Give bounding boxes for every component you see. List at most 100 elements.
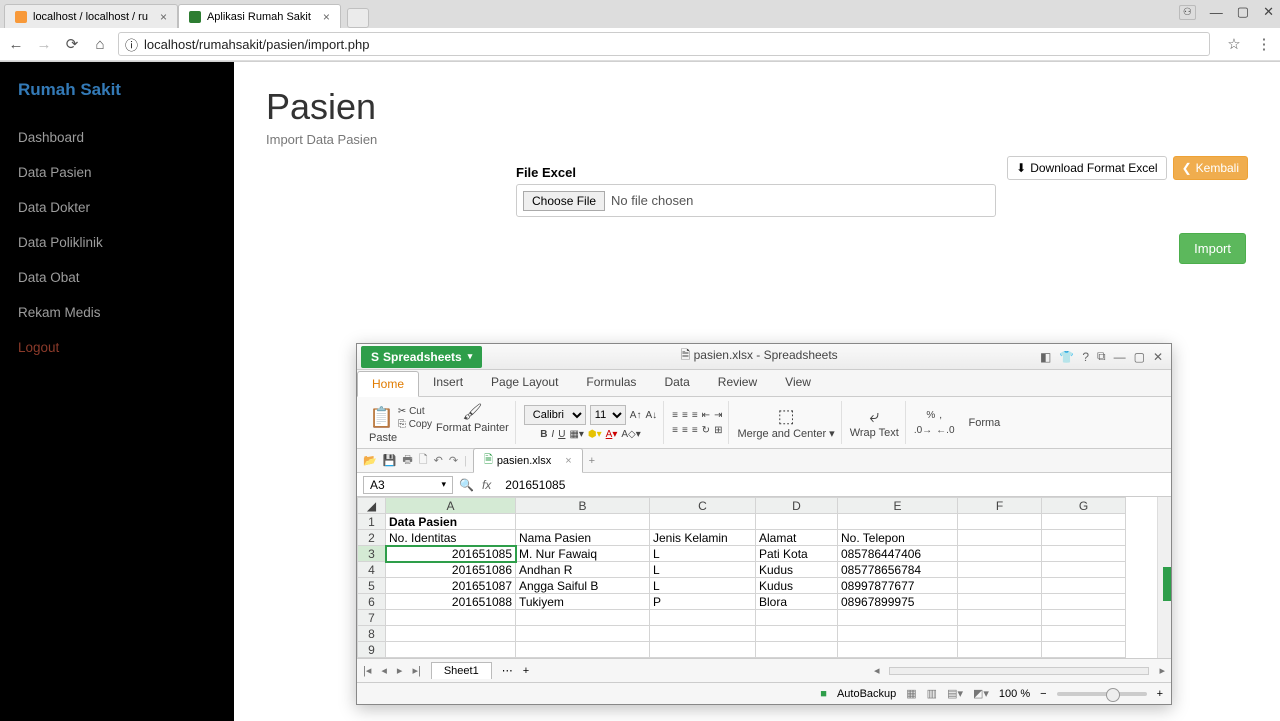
cell[interactable] <box>958 514 1042 530</box>
view-break-icon[interactable]: ▤▾ <box>947 687 963 700</box>
sidebar-item-dokter[interactable]: Data Dokter <box>0 190 234 225</box>
border-button[interactable]: ▦▾ <box>569 429 583 440</box>
cell[interactable]: Kudus <box>756 562 838 578</box>
comma-icon[interactable]: , <box>939 410 942 421</box>
cell[interactable] <box>958 626 1042 642</box>
cell[interactable]: Kudus <box>756 578 838 594</box>
row-header[interactable]: 10 <box>358 658 386 659</box>
info-icon[interactable]: ⓘ <box>125 35 138 54</box>
col-header-a[interactable]: A <box>386 498 516 514</box>
choose-file-button[interactable]: Choose File <box>523 191 605 211</box>
col-header-e[interactable]: E <box>838 498 958 514</box>
cell[interactable]: Alamat <box>756 530 838 546</box>
sheet-menu-icon[interactable]: ⋯ <box>502 664 513 677</box>
close-icon[interactable]: × <box>160 10 167 24</box>
view-custom-icon[interactable]: ◩▾ <box>973 687 989 700</box>
hscroll[interactable] <box>889 667 1149 675</box>
cell[interactable] <box>838 610 958 626</box>
row-header[interactable]: 2 <box>358 530 386 546</box>
cell[interactable]: L <box>650 562 756 578</box>
format-painter-button[interactable]: 🖌 Format Painter <box>436 402 509 434</box>
wrap-button[interactable]: ⤶ Wrap Text <box>850 406 899 439</box>
cell[interactable] <box>838 658 958 659</box>
copy-button[interactable]: ⎘ Copy <box>398 419 432 430</box>
col-header-g[interactable]: G <box>1042 498 1126 514</box>
tshirt-icon[interactable]: 👕 <box>1059 350 1074 364</box>
cell[interactable] <box>650 514 756 530</box>
first-sheet-icon[interactable]: |◂ <box>363 664 371 677</box>
cell[interactable] <box>1042 530 1126 546</box>
cell[interactable]: 085786447406 <box>838 546 958 562</box>
orientation-icon[interactable]: ↻ <box>702 425 710 436</box>
cell[interactable] <box>1042 546 1126 562</box>
new-tab-button[interactable] <box>347 8 369 28</box>
cell[interactable] <box>756 626 838 642</box>
cell[interactable] <box>756 514 838 530</box>
close-doc-icon[interactable]: × <box>565 455 571 467</box>
minimize-icon[interactable]: — <box>1114 350 1126 364</box>
cell[interactable]: 201651086 <box>386 562 516 578</box>
prev-sheet-icon[interactable]: ◂ <box>381 664 387 677</box>
maximize-icon[interactable]: ▢ <box>1237 4 1249 20</box>
cell[interactable]: No. Identitas <box>386 530 516 546</box>
menu-home[interactable]: Home <box>357 371 419 397</box>
cell[interactable] <box>756 610 838 626</box>
sheet-tab[interactable]: Sheet1 <box>431 662 492 679</box>
cell[interactable] <box>1042 562 1126 578</box>
last-sheet-icon[interactable]: ▸| <box>412 664 420 677</box>
cell[interactable] <box>838 626 958 642</box>
user-icon[interactable]: ⚇ <box>1179 5 1196 20</box>
ss-grid[interactable]: ◢ A B C D E F G 1Data Pasien2No. Identit… <box>357 497 1171 658</box>
col-header-d[interactable]: D <box>756 498 838 514</box>
row-header[interactable]: 1 <box>358 514 386 530</box>
row-header[interactable]: 4 <box>358 562 386 578</box>
scroll-left-icon[interactable]: ◂ <box>874 664 880 677</box>
star-icon[interactable]: ☆ <box>1224 35 1244 53</box>
cell[interactable] <box>1042 626 1126 642</box>
align-bottom-icon[interactable]: ≡ <box>692 410 698 421</box>
cell[interactable]: Angga Saiful B <box>516 578 650 594</box>
clear-format-button[interactable]: A◇▾ <box>621 429 640 440</box>
cell[interactable] <box>958 594 1042 610</box>
autobackup-label[interactable]: AutoBackup <box>837 688 896 700</box>
cell[interactable] <box>650 626 756 642</box>
indent-dec-icon[interactable]: ⇤ <box>702 410 710 421</box>
skin-icon[interactable]: ◧ <box>1040 350 1051 364</box>
align-top-icon[interactable]: ≡ <box>672 410 678 421</box>
increase-font-icon[interactable]: A↑ <box>630 410 642 421</box>
italic-button[interactable]: I <box>551 429 554 440</box>
cell-reference[interactable]: A3▾ <box>363 476 453 494</box>
cell[interactable]: No. Telepon <box>838 530 958 546</box>
cell[interactable]: 08967899975 <box>838 594 958 610</box>
sidebar-item-logout[interactable]: Logout <box>0 330 234 365</box>
sidebar-item-poliklinik[interactable]: Data Poliklinik <box>0 225 234 260</box>
next-sheet-icon[interactable]: ▸ <box>397 664 403 677</box>
paste-icon[interactable]: 📋 <box>369 405 394 430</box>
cell[interactable]: 085778656784 <box>838 562 958 578</box>
font-select[interactable]: Calibri <box>524 405 586 425</box>
fx-icon[interactable]: fx <box>474 478 499 492</box>
cell[interactable]: Pati Kota <box>756 546 838 562</box>
cell[interactable]: M. Nur Fawaiq <box>516 546 650 562</box>
doc-tab[interactable]: 🗎 pasien.xlsx × <box>473 448 583 473</box>
menu-formulas[interactable]: Formulas <box>572 370 650 396</box>
sidebar-item-pasien[interactable]: Data Pasien <box>0 155 234 190</box>
align-center-icon[interactable]: ≡ <box>682 425 688 436</box>
cell[interactable] <box>1042 594 1126 610</box>
cell[interactable] <box>516 514 650 530</box>
cell[interactable] <box>838 514 958 530</box>
file-input[interactable]: Choose File No file chosen <box>516 184 996 217</box>
align-right-icon[interactable]: ≡ <box>692 425 698 436</box>
download-format-button[interactable]: ⬇ Download Format Excel <box>1007 156 1166 180</box>
cell[interactable] <box>650 658 756 659</box>
cell[interactable] <box>386 658 516 659</box>
cell[interactable]: Data Pasien <box>386 514 516 530</box>
close-icon[interactable]: × <box>323 10 330 24</box>
dec-dec-icon[interactable]: ←.0 <box>936 425 954 436</box>
font-color-button[interactable]: A▾ <box>606 429 618 440</box>
fill-color-button[interactable]: ⬢▾ <box>588 429 602 440</box>
cell[interactable] <box>516 626 650 642</box>
cell[interactable] <box>1042 578 1126 594</box>
restore-down-icon[interactable]: ⧉ <box>1097 349 1106 364</box>
redo-icon[interactable]: ↷ <box>449 454 458 467</box>
